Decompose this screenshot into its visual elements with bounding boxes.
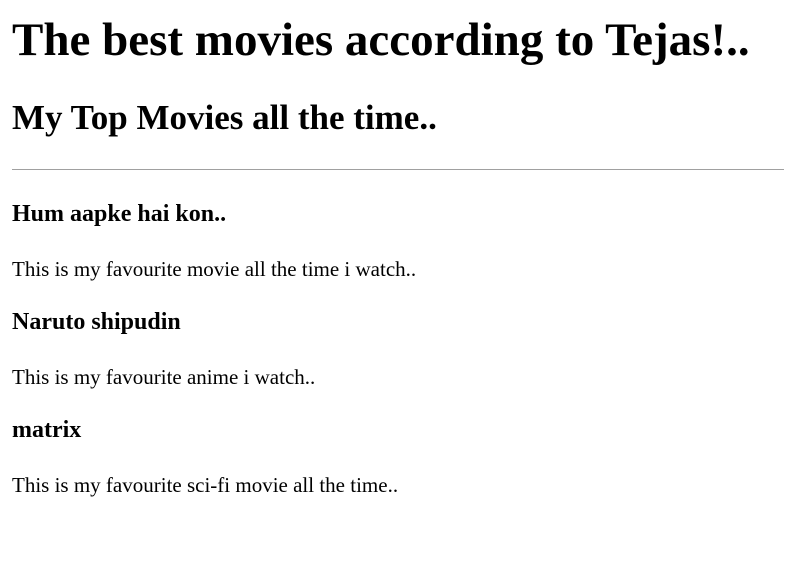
- divider: [12, 169, 784, 170]
- movie-item: Hum aapke hai kon.. This is my favourite…: [12, 200, 785, 282]
- movie-item: Naruto shipudin This is my favourite ani…: [12, 308, 785, 390]
- movie-title: matrix: [12, 417, 82, 443]
- movie-title: Naruto shipudin: [12, 309, 181, 335]
- page: The best movies according to Tejas!.. My…: [0, 0, 785, 575]
- movie-description: This is my favourite movie all the time …: [12, 257, 417, 281]
- movie-description: This is my favourite sci-fi movie all th…: [12, 473, 399, 497]
- page-title: The best movies according to Tejas!..: [12, 14, 750, 66]
- movie-description: This is my favourite anime i watch..: [12, 365, 316, 389]
- movie-item: matrix This is my favourite sci-fi movie…: [12, 416, 785, 498]
- page-subtitle: My Top Movies all the time..: [12, 98, 437, 137]
- movie-title: Hum aapke hai kon..: [12, 201, 227, 227]
